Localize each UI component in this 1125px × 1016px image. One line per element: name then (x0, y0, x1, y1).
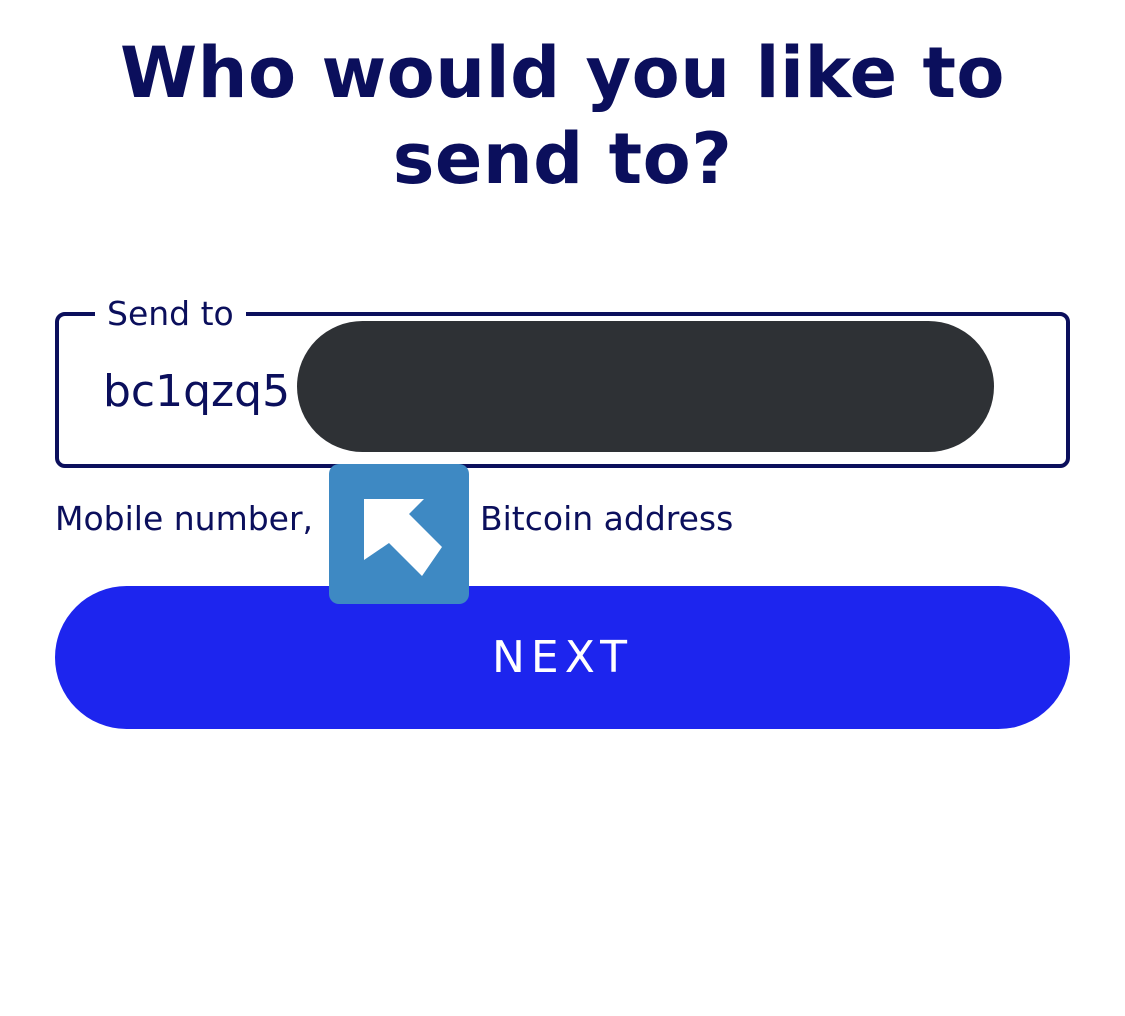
arrow-up-left-icon (364, 499, 442, 576)
send-to-input-value[interactable]: bc1qzq5 (103, 364, 290, 420)
page-title-line-2: send to? (392, 118, 733, 200)
next-button[interactable]: NEXT (55, 586, 1070, 729)
send-to-label: Send to (95, 292, 246, 336)
cursor-overlay (329, 464, 469, 604)
redaction-overlay (297, 321, 994, 452)
helper-text-left: Mobile number, (55, 499, 314, 538)
page-title-line-1: Who would you like to (119, 32, 1006, 114)
helper-text-right: Bitcoin address (480, 499, 734, 538)
page-title: Who would you like to send to? (0, 30, 1125, 202)
